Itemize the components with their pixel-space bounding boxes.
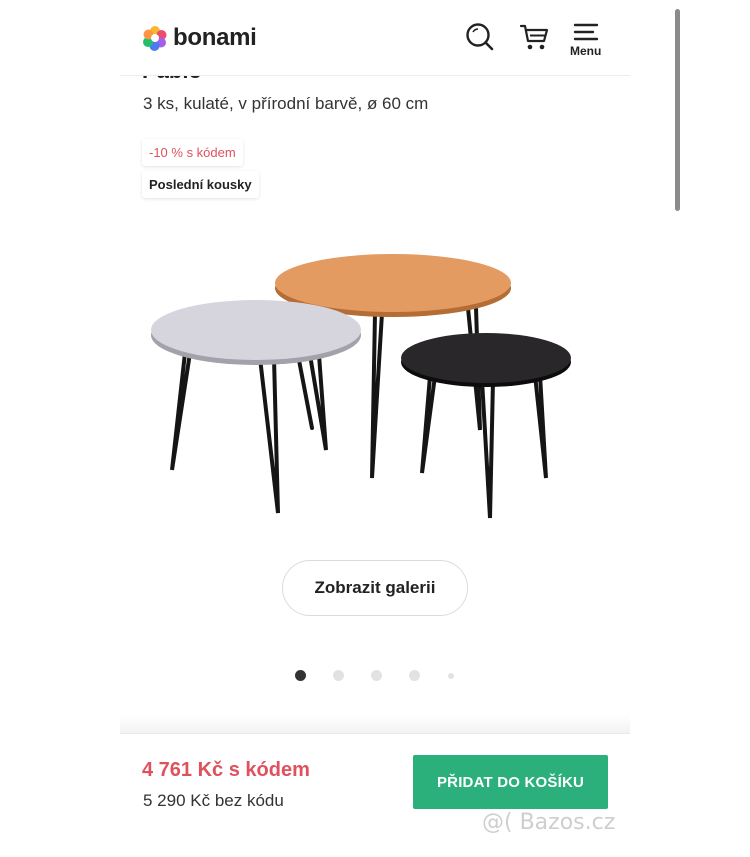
- add-to-cart-button[interactable]: PŘIDAT DO KOŠÍKU: [413, 755, 608, 809]
- gallery-pagination: [290, 670, 460, 682]
- last-pieces-badge: Poslední kousky: [142, 171, 259, 198]
- section-divider: [120, 715, 630, 733]
- menu-icon: [573, 23, 598, 41]
- search-icon: [466, 23, 494, 51]
- product-image[interactable]: [150, 238, 590, 528]
- scrollbar[interactable]: [675, 9, 680, 211]
- purchase-bar: 4 761 Kč s kódem 5 290 Kč bez kódu PŘIDA…: [120, 733, 630, 857]
- search-button[interactable]: [465, 22, 495, 52]
- pagination-dot[interactable]: [371, 670, 382, 681]
- pagination-dot[interactable]: [448, 673, 454, 679]
- bonami-logo-icon: [143, 26, 167, 51]
- logo[interactable]: bonami: [141, 22, 257, 54]
- pagination-dot[interactable]: [409, 670, 420, 681]
- product-subtitle: 3 ks, kulaté, v přírodní barvě, ø 60 cm: [143, 94, 429, 113]
- menu-button[interactable]: Menu: [570, 22, 601, 58]
- price-with-code: 4 761 Kč s kódem: [142, 759, 310, 781]
- logo-text: bonami: [173, 24, 257, 51]
- menu-label: Menu: [570, 44, 602, 58]
- watermark: @( Bazos.cz: [482, 810, 616, 835]
- site-header: bonami Menu: [120, 0, 630, 76]
- cart-button[interactable]: [519, 22, 549, 52]
- pagination-dot[interactable]: [295, 670, 306, 681]
- pagination-dot[interactable]: [333, 670, 344, 681]
- product-page: Pablo bonami: [120, 0, 630, 857]
- price-without-code: 5 290 Kč bez kódu: [143, 791, 284, 810]
- show-gallery-button[interactable]: Zobrazit galerii: [282, 560, 468, 616]
- discount-badge: -10 % s kódem: [142, 139, 243, 166]
- cart-icon: [519, 24, 549, 50]
